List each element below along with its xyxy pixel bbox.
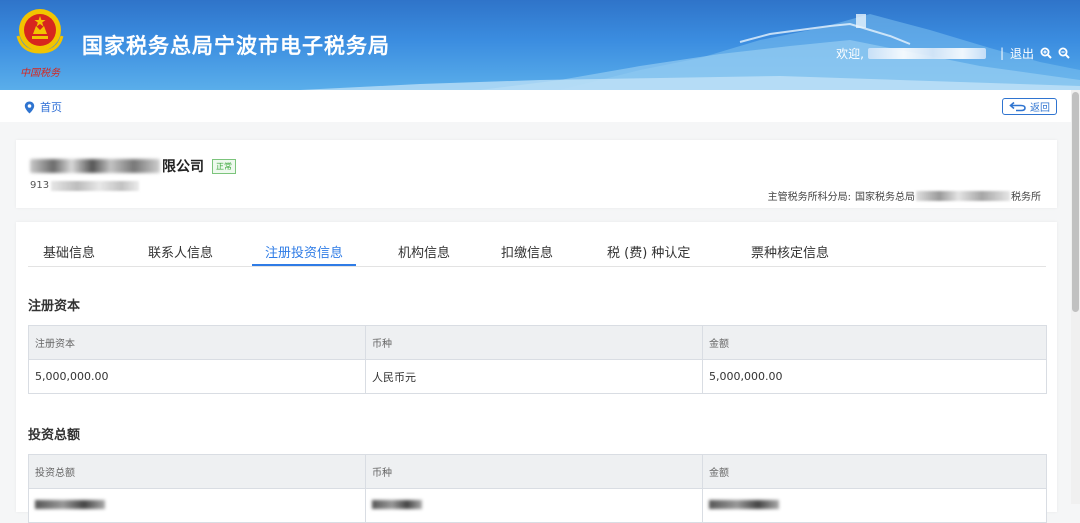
company-name-row: 限公司 正常 [30, 156, 236, 176]
tab-withholding-info[interactable]: 扣缴信息 [501, 242, 553, 266]
currency-value-redacted [365, 488, 703, 523]
national-emblem-logo: 中国税务 [16, 9, 64, 79]
scroll-thumb[interactable] [1072, 92, 1079, 312]
breadcrumb-home[interactable]: 首页 [40, 99, 62, 115]
amount-value-redacted [702, 488, 1047, 523]
company-info-card: 限公司 正常 913 主管税务所科分局: 国家税务总局 税务所 [16, 140, 1057, 208]
location-pin-icon [24, 101, 35, 113]
column-header: 币种 [365, 454, 703, 489]
column-header: 金额 [702, 325, 1047, 360]
status-badge: 正常 [212, 158, 236, 174]
currency-value: 人民币元 [365, 359, 703, 394]
return-arrow-icon [1009, 101, 1026, 112]
company-name: 限公司 [162, 159, 204, 175]
separator: | [999, 46, 1004, 60]
total-investment-table: 投资总额 币种 金额 [28, 454, 1047, 523]
page-scrollbar[interactable] [1071, 90, 1080, 504]
amount-value: 5,000,000.00 [702, 359, 1047, 394]
tax-id: 913 [30, 180, 140, 191]
table-header-row: 注册资本 币种 金额 [28, 325, 1047, 360]
user-bar: 欢迎, | 退出 [836, 44, 1070, 62]
welcome-text: 欢迎, [836, 46, 864, 61]
tab-tax-type-determination[interactable]: 税 (费) 种认定 [607, 242, 690, 266]
tab-invoice-type-approval[interactable]: 票种核定信息 [751, 242, 829, 266]
tab-basic-info[interactable]: 基础信息 [43, 242, 95, 266]
tab-contact-info[interactable]: 联系人信息 [148, 242, 213, 266]
table-header-row: 投资总额 币种 金额 [28, 454, 1047, 489]
column-header: 金额 [702, 454, 1047, 489]
tax-office-label: 主管税务所科分局: [767, 192, 851, 203]
breadcrumb-bar: 首页 返回 [0, 90, 1080, 122]
emblem-caption: 中国税务 [20, 67, 61, 79]
column-header: 投资总额 [28, 454, 366, 489]
back-button-label: 返回 [1030, 103, 1050, 114]
column-header: 注册资本 [28, 325, 366, 360]
back-button[interactable]: 返回 [1002, 98, 1057, 115]
tax-office-suffix: 税务所 [1011, 192, 1041, 203]
logout-link[interactable]: 退出 [1010, 45, 1034, 62]
tax-office: 主管税务所科分局: 国家税务总局 税务所 [768, 188, 1041, 203]
column-header: 币种 [365, 325, 703, 360]
table-row: 5,000,000.00 人民币元 5,000,000.00 [28, 359, 1047, 394]
site-title: 国家税务总局宁波市电子税务局 [82, 34, 390, 58]
company-name-redacted [30, 159, 160, 173]
tax-office-redacted [916, 190, 1010, 201]
tab-bar: 基础信息 联系人信息 注册投资信息 机构信息 扣缴信息 税 (费) 种认定 票种… [28, 236, 1046, 267]
investment-value-redacted [28, 488, 366, 523]
breadcrumb: 首页 [24, 99, 62, 115]
tax-id-redacted [51, 180, 140, 191]
tab-registered-investment[interactable]: 注册投资信息 [252, 242, 357, 266]
tax-id-prefix: 913 [30, 180, 50, 191]
registered-capital-table: 注册资本 币种 金额 5,000,000.00 人民币元 5,000,000.0… [28, 325, 1047, 394]
tax-office-prefix: 国家税务总局 [855, 192, 915, 203]
zoom-out-icon[interactable] [1058, 47, 1070, 59]
site-header: 中国税务 国家税务总局宁波市电子税务局 欢迎, | 退出 [0, 0, 1080, 90]
detail-card: 基础信息 联系人信息 注册投资信息 机构信息 扣缴信息 税 (费) 种认定 票种… [16, 222, 1057, 523]
tab-organization-info[interactable]: 机构信息 [398, 242, 450, 266]
user-name-redacted [867, 47, 986, 59]
table-row [28, 488, 1047, 523]
registered-capital-title: 注册资本 [28, 299, 81, 314]
registered-capital-value: 5,000,000.00 [28, 359, 366, 394]
zoom-in-icon[interactable] [1040, 47, 1052, 59]
total-investment-title: 投资总额 [28, 428, 81, 443]
